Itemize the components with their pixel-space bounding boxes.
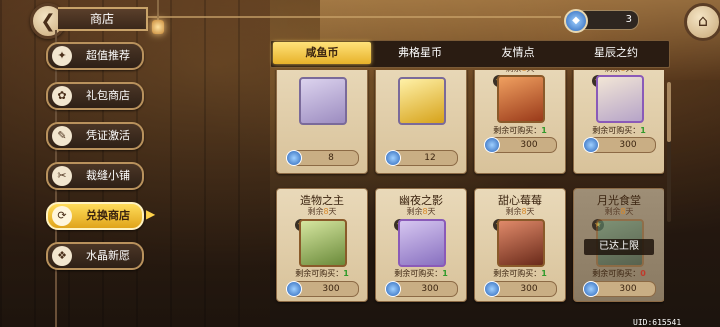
gift-bag-icon: ✿ <box>52 86 72 106</box>
price-value: 300 <box>520 140 538 150</box>
tab-fuge-star-coin[interactable]: 弗格星币 <box>371 42 469 64</box>
gift-box-icon: ✦ <box>52 46 72 66</box>
sidebar-item-label: 兑换商店 <box>86 209 130 222</box>
character-portrait <box>497 219 545 267</box>
coin-icon: ◆ <box>564 9 588 33</box>
price-value: 300 <box>421 284 439 294</box>
purchase-limit: 剩余可购买：0 <box>592 269 646 278</box>
price-value: 300 <box>619 140 637 150</box>
remaining-days: 剩余8天 <box>505 207 535 216</box>
shop-item-card[interactable]: 8 <box>276 70 368 174</box>
shop-item-card[interactable]: 幽夜之影 剩余8天 ★ 剩余可购买：1 300 <box>375 188 467 302</box>
page-title: 商店 <box>58 7 148 31</box>
price-tag: 300 <box>286 281 359 297</box>
sidebar-item-label: 礼包商店 <box>86 89 130 102</box>
sidebar-item-label: 超值推荐 <box>86 49 130 62</box>
price-tag: 12 <box>385 150 458 166</box>
remaining-days: 剩余8天 <box>604 207 634 216</box>
coin-icon <box>385 281 401 297</box>
currency-value: 3 <box>625 14 632 25</box>
coin-icon <box>583 281 599 297</box>
sidebar-item-recommend[interactable]: ✦ 超值推荐 <box>46 42 144 70</box>
purchase-limit: 剩余可购买：1 <box>493 269 547 278</box>
shop-item-card[interactable]: 12 <box>375 70 467 174</box>
remaining-days: 剩余8天 <box>307 207 337 216</box>
coin-icon <box>583 137 599 153</box>
home-icon: ⌂ <box>697 11 709 30</box>
tab-star-promise[interactable]: 星辰之约 <box>567 42 665 64</box>
sidebar-item-exchange[interactable]: ⟳ 兑换商店 <box>46 202 144 230</box>
purchase-limit: 剩余可购买：1 <box>394 269 448 278</box>
item-grid: 8 12 剩余8天 ★ 剩余可购买：1 300 剩余8天 ★ 剩余可购买：1 3… <box>272 70 664 327</box>
remaining-days: 剩余8天 <box>406 207 436 216</box>
shop-item-card[interactable]: 造物之主 剩余8天 ★ 剩余可购买：1 300 <box>276 188 368 302</box>
chevron-right-icon: ▶ <box>146 207 156 221</box>
ticket-icon: ✎ <box>52 126 72 146</box>
shop-item-card[interactable]: 剩余8天 ★ 剩余可购买：1 300 <box>573 70 664 174</box>
sidebar-item-crystal-wish[interactable]: ❖ 水晶新愿 <box>46 242 144 270</box>
sidebar-item-label: 裁缝小铺 <box>86 169 130 182</box>
sidebar-item-label: 凭证激活 <box>86 129 130 142</box>
price-value: 300 <box>520 284 538 294</box>
home-button[interactable]: ⌂ <box>684 3 720 41</box>
sidebar-item-tailor[interactable]: ✂ 裁缝小铺 <box>46 162 144 190</box>
remaining-days: 剩余8天 <box>475 70 565 74</box>
price-value: 300 <box>322 284 340 294</box>
gold-ticket-icon <box>398 77 446 125</box>
price-value: 8 <box>328 153 334 163</box>
price-value: 300 <box>619 284 637 294</box>
limit-reached-banner: 已达上限 <box>584 239 654 255</box>
coin-icon <box>385 150 401 166</box>
scissors-icon: ✂ <box>52 166 72 186</box>
grid-scrollbar[interactable] <box>667 82 671 222</box>
coin-icon <box>484 281 500 297</box>
currency-tabs: 咸鱼币 弗格星币 友情点 星辰之约 <box>270 40 670 68</box>
sidebar-item-label: 水晶新愿 <box>86 249 130 262</box>
decorative-rail <box>146 16 561 18</box>
crystal-icon: ❖ <box>52 246 72 266</box>
sidebar-item-gift-shop[interactable]: ✿ 礼包商店 <box>46 82 144 110</box>
shop-item-card-sold-out[interactable]: 月光食堂 剩余8天 ★ 已达上限 剩余可购买：0 300 <box>573 188 664 302</box>
hanging-lamp-icon <box>150 0 166 36</box>
silver-ticket-icon <box>299 77 347 125</box>
tab-friendship-points[interactable]: 友情点 <box>469 42 567 64</box>
user-id: UID:615541 <box>633 318 682 327</box>
price-tag: 300 <box>583 281 656 297</box>
price-value: 12 <box>424 153 436 163</box>
coin-icon <box>484 137 500 153</box>
character-portrait <box>596 75 644 123</box>
coin-icon <box>286 150 302 166</box>
price-tag: 8 <box>286 150 359 166</box>
scroll-thumb[interactable] <box>667 82 671 142</box>
price-tag: 300 <box>583 137 656 153</box>
shop-item-card[interactable]: 甜心莓莓 剩余8天 ★ 剩余可购买：1 300 <box>474 188 566 302</box>
character-portrait <box>299 219 347 267</box>
currency-counter[interactable]: ◆ 3 <box>564 9 639 33</box>
coin-icon <box>286 281 302 297</box>
price-tag: 300 <box>484 137 557 153</box>
shop-item-card[interactable]: 剩余8天 ★ 剩余可购买：1 300 <box>474 70 566 174</box>
price-tag: 300 <box>484 281 557 297</box>
sidebar-item-voucher[interactable]: ✎ 凭证激活 <box>46 122 144 150</box>
exchange-icon: ⟳ <box>52 206 72 226</box>
remaining-days: 剩余8天 <box>574 70 664 74</box>
arrow-left-icon: ❮ <box>40 10 56 32</box>
tab-xianyu-coin[interactable]: 咸鱼币 <box>273 42 371 64</box>
purchase-limit: 剩余可购买：1 <box>592 126 646 135</box>
character-portrait <box>398 219 446 267</box>
purchase-limit: 剩余可购买：1 <box>493 126 547 135</box>
price-tag: 300 <box>385 281 458 297</box>
purchase-limit: 剩余可购买：1 <box>295 269 349 278</box>
character-portrait <box>497 75 545 123</box>
